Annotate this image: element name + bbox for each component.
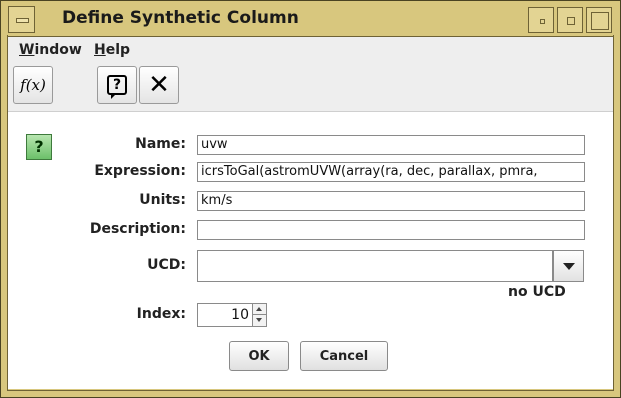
menu-window-mnemonic: W	[19, 42, 35, 58]
index-spinner[interactable]: 10	[197, 303, 267, 327]
ucd-label: UCD:	[147, 257, 186, 273]
expression-label: Expression:	[94, 163, 186, 179]
x-close-icon: ✕	[148, 70, 170, 100]
spinner-down-arrow-icon[interactable]	[252, 315, 266, 326]
index-label: Index:	[136, 306, 186, 322]
name-field[interactable]: uvw	[197, 135, 585, 155]
name-label: Name:	[135, 136, 186, 152]
menu-help-label: elp	[105, 42, 131, 58]
spinner-up-arrow-icon[interactable]	[252, 304, 266, 315]
ucd-input[interactable]	[197, 250, 553, 282]
cancel-button[interactable]: Cancel	[300, 341, 388, 371]
window-menu-button[interactable]	[8, 6, 35, 33]
menu-window[interactable]: Window	[19, 42, 82, 58]
menu-window-label: indow	[34, 42, 82, 58]
title-bar[interactable]: Define Synthetic Column	[7, 5, 614, 35]
ok-button[interactable]: OK	[229, 341, 289, 371]
help-button[interactable]: ?	[97, 66, 137, 104]
function-icon: f(x)	[20, 76, 46, 94]
toolbar-divider	[8, 111, 613, 112]
function-button[interactable]: f(x)	[13, 66, 53, 104]
maximize-button[interactable]	[557, 7, 583, 33]
menu-help-mnemonic: H	[94, 42, 106, 58]
dialog-body: Window Help f(x) ? ✕ ? Name: uvw Express…	[8, 36, 613, 389]
menu-help[interactable]: Help	[94, 42, 130, 58]
ucd-status: no UCD	[508, 284, 566, 300]
minimize-button[interactable]	[528, 7, 554, 33]
close-button[interactable]: ✕	[139, 66, 179, 104]
expression-field[interactable]: icrsToGal(astromUVW(array(ra, dec, paral…	[197, 162, 585, 182]
toolbar: f(x) ? ✕	[8, 61, 613, 111]
units-field[interactable]: km/s	[197, 191, 585, 211]
ucd-dropdown-button[interactable]	[553, 250, 584, 282]
description-field[interactable]	[197, 220, 585, 240]
window-title: Define Synthetic Column	[62, 8, 299, 28]
index-value: 10	[231, 307, 249, 323]
menu-bar: Window Help	[8, 37, 613, 61]
description-label: Description:	[89, 221, 186, 237]
units-label: Units:	[139, 192, 186, 208]
close-window-button[interactable]	[586, 7, 612, 33]
help-question-icon: ?	[107, 75, 127, 99]
